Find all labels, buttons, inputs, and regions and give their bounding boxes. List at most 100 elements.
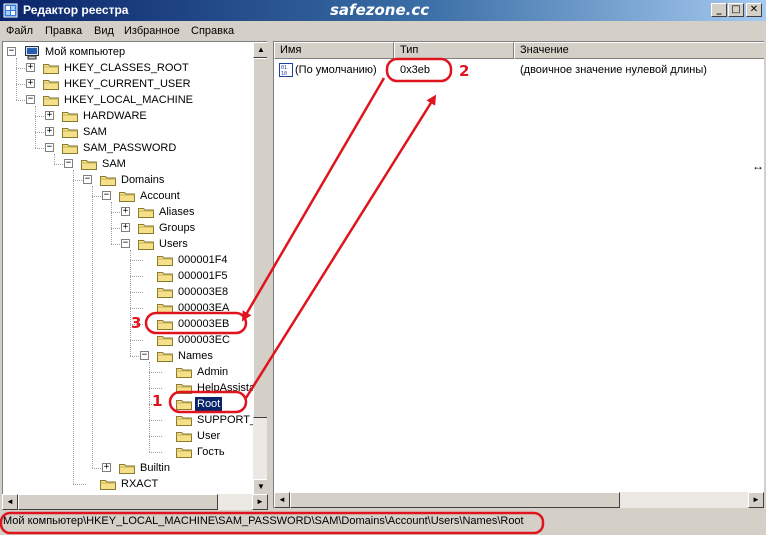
collapse-icon[interactable]: − bbox=[121, 239, 130, 248]
column-name-header[interactable]: Имя bbox=[274, 42, 394, 59]
collapse-icon[interactable]: − bbox=[45, 143, 54, 152]
tree-node-label: Aliases bbox=[159, 206, 195, 218]
folder-icon bbox=[157, 350, 173, 362]
tree-node-label: 000003EB bbox=[178, 318, 230, 330]
list-horizontal-scrollbar[interactable]: ◄ ► bbox=[274, 492, 764, 508]
tree-horizontal-scrollbar[interactable]: ◄ ► bbox=[2, 494, 268, 510]
folder-icon bbox=[138, 238, 154, 250]
folder-icon bbox=[176, 366, 192, 378]
menu-edit[interactable]: Правка bbox=[45, 25, 82, 37]
folder-icon bbox=[43, 94, 59, 106]
tree-node-label: Names bbox=[178, 350, 213, 362]
expand-icon[interactable]: + bbox=[121, 223, 130, 232]
tree-connector bbox=[130, 276, 143, 277]
binary-value-icon: 01 10 bbox=[279, 63, 293, 77]
scroll-right-arrow-icon[interactable]: ► bbox=[748, 492, 764, 508]
expand-icon[interactable]: + bbox=[26, 79, 35, 88]
watermark: safezone.cc bbox=[330, 1, 430, 19]
folder-icon bbox=[157, 286, 173, 298]
value-type: 0x3eb bbox=[400, 64, 430, 76]
tree-connector bbox=[92, 186, 93, 468]
step-3-label: 3 bbox=[131, 314, 142, 332]
collapse-icon[interactable]: − bbox=[140, 351, 149, 360]
tree-node-label: HKEY_CLASSES_ROOT bbox=[64, 62, 189, 74]
tree-connector bbox=[149, 388, 162, 389]
scroll-thumb[interactable] bbox=[253, 58, 267, 418]
tree-connector bbox=[35, 106, 36, 148]
value-row[interactable]: 01 10 (По умолчанию) 0x3eb (двоичное зна… bbox=[274, 62, 764, 78]
registry-tree[interactable]: − Мой компьютер + HKEY_CLASSES_ROOT + HKEY_CU… bbox=[2, 41, 267, 494]
scroll-thumb[interactable] bbox=[18, 494, 218, 510]
folder-icon bbox=[176, 414, 192, 426]
expand-icon[interactable]: + bbox=[45, 127, 54, 136]
folder-icon bbox=[176, 430, 192, 442]
folder-icon bbox=[176, 398, 192, 410]
folder-icon bbox=[157, 254, 173, 266]
expand-icon[interactable]: + bbox=[102, 463, 111, 472]
collapse-icon[interactable]: − bbox=[26, 95, 35, 104]
folder-icon bbox=[176, 382, 192, 394]
values-list[interactable]: Имя Тип Значение 01 10 (По умолчанию) 0x… bbox=[273, 41, 764, 508]
tree-node-label: HARDWARE bbox=[83, 110, 147, 122]
collapse-icon[interactable]: − bbox=[102, 191, 111, 200]
window-title: Редактор реестра bbox=[23, 3, 129, 17]
tree-node-label: Root bbox=[193, 396, 224, 412]
scroll-left-arrow-icon[interactable]: ◄ bbox=[2, 494, 18, 510]
tree-node-label: Admin bbox=[197, 366, 229, 378]
folder-icon bbox=[138, 206, 154, 218]
tree-connector bbox=[149, 372, 162, 373]
scroll-thumb[interactable] bbox=[290, 492, 620, 508]
scroll-down-arrow-icon[interactable]: ▼ bbox=[253, 479, 267, 494]
column-type-header[interactable]: Тип bbox=[394, 42, 514, 59]
menu-bar: Файл Правка Вид Избранное Справка bbox=[0, 21, 766, 41]
folder-icon bbox=[176, 446, 192, 458]
folder-icon bbox=[119, 462, 135, 474]
title-bar: Редактор реестра safezone.cc _ □ ✕ bbox=[0, 0, 766, 21]
value-data: (двоичное значение нулевой длины) bbox=[520, 64, 707, 76]
collapse-icon[interactable]: − bbox=[7, 47, 16, 56]
collapse-icon[interactable]: − bbox=[64, 159, 73, 168]
tree-connector bbox=[16, 58, 17, 100]
tree-connector bbox=[149, 362, 150, 452]
scroll-right-arrow-icon[interactable]: ► bbox=[252, 494, 268, 510]
column-value-header[interactable]: Значение bbox=[514, 42, 764, 59]
tree-vertical-scrollbar[interactable]: ▲ ▼ bbox=[253, 42, 267, 494]
folder-icon bbox=[62, 110, 78, 122]
folder-icon bbox=[62, 142, 78, 154]
tree-node-label: RXACT bbox=[121, 478, 159, 490]
menu-file[interactable]: Файл bbox=[6, 25, 33, 37]
computer-icon bbox=[24, 46, 40, 60]
menu-view[interactable]: Вид bbox=[94, 25, 114, 37]
tree-connector bbox=[130, 260, 143, 261]
tree-node-label: User bbox=[197, 430, 221, 442]
minimize-button[interactable]: _ bbox=[711, 3, 727, 17]
expand-icon[interactable]: + bbox=[121, 207, 130, 216]
folder-icon bbox=[100, 174, 116, 186]
close-button[interactable]: ✕ bbox=[746, 3, 762, 17]
tree-node-label: 000001F5 bbox=[178, 270, 228, 282]
scroll-up-arrow-icon[interactable]: ▲ bbox=[253, 42, 267, 58]
menu-favorites[interactable]: Избранное bbox=[124, 25, 180, 37]
step-2-label: 2 bbox=[459, 62, 470, 80]
scroll-left-arrow-icon[interactable]: ◄ bbox=[274, 492, 290, 508]
tree-connector bbox=[130, 340, 143, 341]
tree-connector bbox=[130, 308, 143, 309]
folder-icon bbox=[157, 302, 173, 314]
tree-node-label: HKEY_LOCAL_MACHINE bbox=[64, 94, 193, 106]
maximize-button[interactable]: □ bbox=[728, 3, 744, 17]
collapse-icon[interactable]: − bbox=[83, 175, 92, 184]
regedit-icon bbox=[3, 3, 18, 18]
tree-node-label: 000003EA bbox=[178, 302, 230, 314]
folder-icon bbox=[157, 318, 173, 330]
menu-help[interactable]: Справка bbox=[191, 25, 234, 37]
tree-node-label: HelpAssista bbox=[197, 382, 256, 394]
tree-node-label: Мой компьютер bbox=[45, 46, 126, 58]
tree-node-label: SAM bbox=[83, 126, 107, 138]
tree-node-label: Гость bbox=[197, 446, 225, 458]
folder-icon bbox=[43, 62, 59, 74]
expand-icon[interactable]: + bbox=[26, 63, 35, 72]
expand-icon[interactable]: + bbox=[45, 111, 54, 120]
folder-icon bbox=[43, 78, 59, 90]
tree-node-label: Builtin bbox=[140, 462, 170, 474]
folder-icon bbox=[157, 270, 173, 282]
